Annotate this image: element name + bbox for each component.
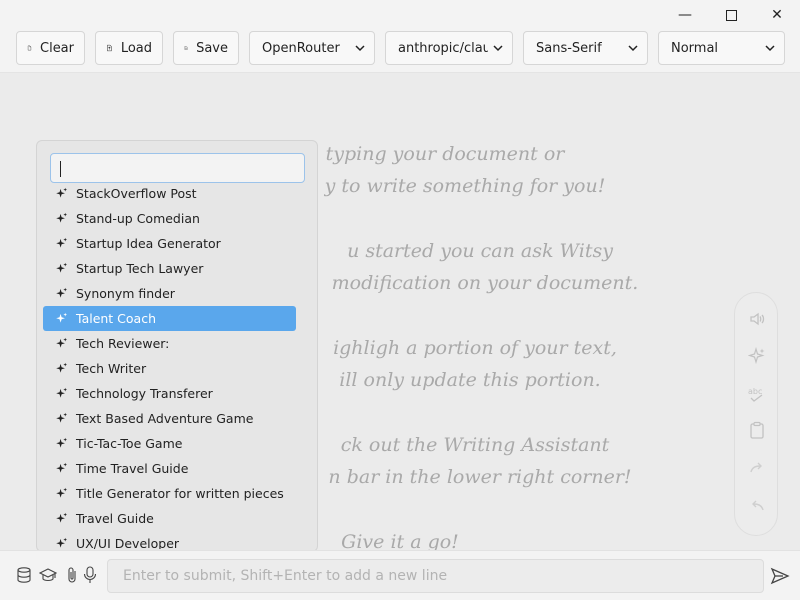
sparkle-icon bbox=[56, 487, 68, 498]
maximize-button[interactable] bbox=[708, 0, 754, 30]
prompt-item[interactable]: Startup Tech Lawyer bbox=[43, 256, 296, 281]
sparkle-icon bbox=[56, 512, 68, 523]
chevron-down-icon bbox=[493, 45, 503, 52]
sparkle-icon[interactable] bbox=[747, 346, 767, 366]
prompt-item-label: Travel Guide bbox=[76, 511, 154, 526]
sparkle-icon bbox=[56, 287, 68, 298]
graduation-cap-icon[interactable] bbox=[38, 566, 58, 584]
prompt-item-label: Tech Reviewer: bbox=[76, 336, 170, 351]
prompt-item[interactable]: Tech Reviewer: bbox=[43, 331, 296, 356]
prompt-item-label: UX/UI Developer bbox=[76, 536, 180, 549]
toolbar: Clear Load Save OpenRouter anthropic/cla… bbox=[0, 30, 800, 70]
prompt-item-label: StackOverflow Post bbox=[76, 187, 197, 201]
prompt-filter-input[interactable] bbox=[50, 153, 305, 183]
sparkle-icon bbox=[56, 337, 68, 348]
clear-button[interactable]: Clear bbox=[16, 31, 85, 65]
prompt-item-label: Stand-up Comedian bbox=[76, 211, 200, 226]
redo-icon[interactable] bbox=[747, 458, 767, 478]
clipboard-icon[interactable] bbox=[747, 420, 767, 440]
model-value: anthropic/claude bbox=[398, 40, 488, 56]
sparkle-icon bbox=[56, 212, 68, 223]
load-button[interactable]: Load bbox=[95, 31, 163, 65]
prompt-placeholder: Enter to submit, Shift+Enter to add a ne… bbox=[123, 568, 448, 584]
prompt-bar: Enter to submit, Shift+Enter to add a ne… bbox=[0, 550, 800, 600]
prompt-item-label: Synonym finder bbox=[76, 286, 175, 301]
spellcheck-icon[interactable]: abc bbox=[747, 384, 767, 404]
prompt-item-selected[interactable]: Talent Coach bbox=[43, 306, 296, 331]
speaker-icon[interactable] bbox=[747, 309, 767, 329]
prompt-item[interactable]: Startup Idea Generator bbox=[43, 231, 296, 256]
prompt-item[interactable]: Synonym finder bbox=[43, 281, 296, 306]
chevron-down-icon bbox=[355, 45, 365, 52]
font-family-value: Sans-Serif bbox=[536, 40, 602, 56]
prompt-item[interactable]: Travel Guide bbox=[43, 506, 296, 531]
sparkle-icon bbox=[56, 387, 68, 398]
sparkle-icon bbox=[56, 262, 68, 273]
prompt-item-label: Startup Tech Lawyer bbox=[76, 261, 204, 276]
prompt-item-label: Startup Idea Generator bbox=[76, 236, 221, 251]
svg-text:abc: abc bbox=[748, 387, 762, 396]
maximize-icon bbox=[725, 9, 737, 21]
minimize-button[interactable]: — bbox=[662, 0, 708, 30]
prompt-item[interactable]: Tic-Tac-Toe Game bbox=[43, 431, 296, 456]
prompt-item-label: Tic-Tac-Toe Game bbox=[76, 436, 183, 451]
attachment-icon[interactable] bbox=[64, 566, 80, 584]
font-size-select[interactable]: Normal bbox=[658, 31, 785, 65]
engine-select[interactable]: OpenRouter bbox=[249, 31, 375, 65]
prompt-input[interactable]: Enter to submit, Shift+Enter to add a ne… bbox=[107, 559, 764, 593]
model-select[interactable]: anthropic/claude bbox=[385, 31, 513, 65]
microphone-icon[interactable] bbox=[82, 566, 98, 584]
chevron-down-icon bbox=[765, 45, 775, 52]
prompt-item[interactable]: Technology Transferer bbox=[43, 381, 296, 406]
new-document-icon bbox=[27, 45, 32, 51]
prompt-item[interactable]: StackOverflow Post bbox=[43, 187, 296, 206]
prompt-item-label: Talent Coach bbox=[76, 311, 157, 326]
prompt-list: StackOverflow Post Stand-up Comedian Sta… bbox=[37, 187, 317, 549]
sparkle-icon bbox=[56, 412, 68, 423]
title-bar: — ✕ bbox=[0, 0, 800, 30]
upload-document-icon bbox=[107, 44, 112, 52]
prompt-item[interactable]: Stand-up Comedian bbox=[43, 206, 296, 231]
sparkle-icon bbox=[56, 237, 68, 248]
load-label: Load bbox=[120, 40, 152, 56]
engine-value: OpenRouter bbox=[262, 40, 340, 56]
prompt-item[interactable]: Title Generator for written pieces bbox=[43, 481, 296, 506]
sparkle-icon bbox=[56, 312, 68, 323]
sparkle-icon bbox=[56, 187, 68, 198]
sparkle-icon bbox=[56, 537, 68, 548]
prompt-item[interactable]: Tech Writer bbox=[43, 356, 296, 381]
prompt-item[interactable]: Text Based Adventure Game bbox=[43, 406, 296, 431]
sparkle-icon bbox=[56, 437, 68, 448]
prompt-item-label: Time Travel Guide bbox=[76, 461, 189, 476]
writing-assistant-toolbar: abc bbox=[734, 292, 778, 536]
prompt-item[interactable]: Time Travel Guide bbox=[43, 456, 296, 481]
prompt-item-label: Title Generator for written pieces bbox=[76, 486, 284, 501]
prompt-item-label: Text Based Adventure Game bbox=[76, 411, 254, 426]
download-document-icon bbox=[184, 46, 188, 50]
font-size-value: Normal bbox=[671, 40, 719, 56]
font-family-select[interactable]: Sans-Serif bbox=[523, 31, 648, 65]
save-label: Save bbox=[196, 40, 228, 56]
database-icon[interactable] bbox=[16, 566, 32, 584]
send-icon[interactable] bbox=[770, 566, 790, 586]
save-button[interactable]: Save bbox=[173, 31, 239, 65]
close-button[interactable]: ✕ bbox=[754, 0, 800, 30]
text-caret bbox=[60, 161, 61, 177]
clear-label: Clear bbox=[40, 40, 74, 56]
prompt-item-label: Technology Transferer bbox=[76, 386, 213, 401]
undo-icon[interactable] bbox=[747, 496, 767, 516]
prompt-item[interactable]: UX/UI Developer bbox=[43, 531, 296, 549]
prompt-item-label: Tech Writer bbox=[76, 361, 147, 376]
sparkle-icon bbox=[56, 362, 68, 373]
sparkle-icon bbox=[56, 462, 68, 473]
chevron-down-icon bbox=[628, 45, 638, 52]
prompt-picker: StackOverflow Post Stand-up Comedian Sta… bbox=[36, 140, 318, 552]
